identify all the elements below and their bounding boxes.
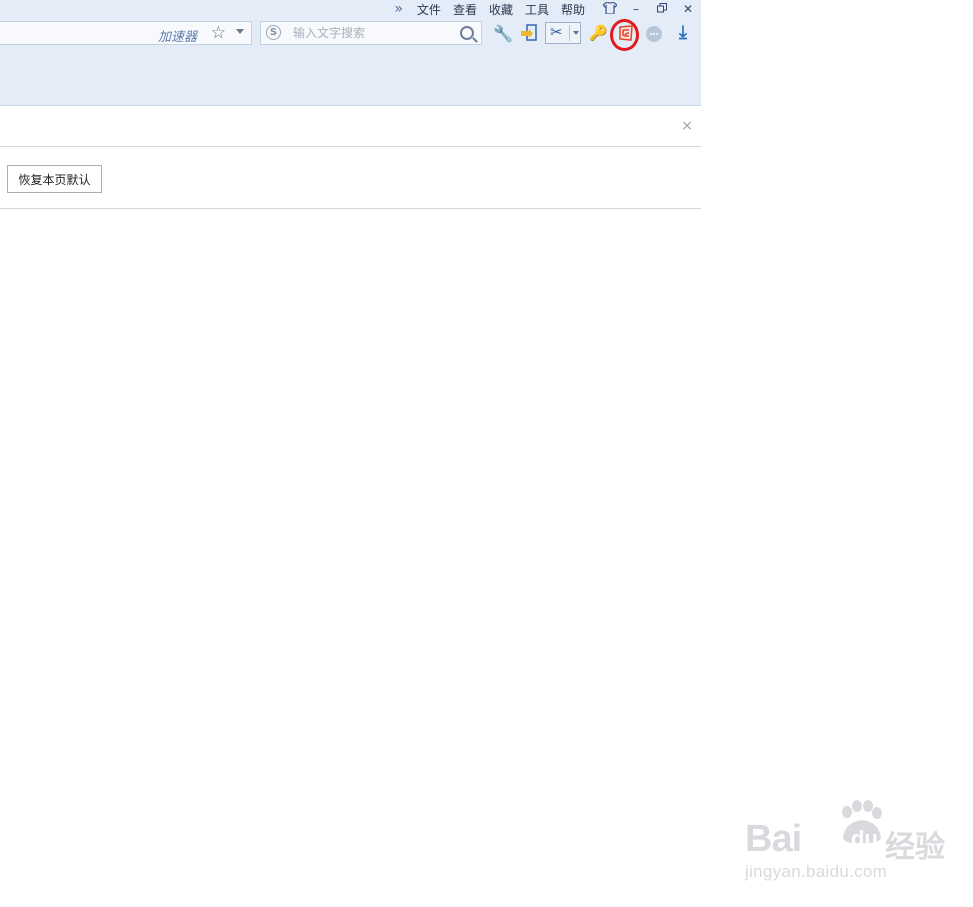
scissors-icon: ✂ [550,23,563,41]
highlight-circle-annotation [610,19,639,51]
divider [0,208,701,209]
browser-toolbar-area: » 文件 查看 收藏 工具 帮助 – ✕ 加速器 ☆ S 🔧 [0,0,701,106]
watermark-brand-chinese: 经验 [885,830,945,865]
watermark-brand-latin: Bai [745,818,802,860]
menu-help[interactable]: 帮助 [561,1,585,18]
restore-defaults-button[interactable]: 恢复本页默认 [7,165,102,193]
menu-view[interactable]: 查看 [453,1,477,18]
more-icon[interactable] [646,26,662,42]
door-exit-icon[interactable] [520,24,538,42]
chevron-down-icon[interactable] [236,29,244,34]
sogou-search-engine-icon[interactable]: S [266,25,281,40]
infobar-close-icon[interactable]: × [681,118,693,134]
restore-window-button[interactable] [649,2,675,16]
address-bar[interactable]: 加速器 ☆ [0,21,252,45]
download-icon[interactable]: ⤓ [679,22,697,43]
screenshot-button[interactable]: ✂ [545,22,581,44]
divider [569,25,570,41]
minimize-button[interactable]: – [623,2,649,16]
watermark-brand-du: du [851,826,878,851]
menu-file[interactable]: 文件 [417,1,441,18]
watermark-url: jingyan.baidu.com [745,862,888,881]
star-icon[interactable]: ☆ [211,23,226,43]
close-window-button[interactable]: ✕ [675,2,701,16]
search-box: S [260,21,482,45]
baidu-jingyan-watermark: Bai du 经验 jingyan.baidu.com [745,800,945,890]
browser-window: » 文件 查看 收藏 工具 帮助 – ✕ 加速器 ☆ S 🔧 [0,0,701,907]
chevron-down-icon[interactable] [573,31,579,35]
menu-tools[interactable]: 工具 [525,1,549,18]
double-chevron-right-icon[interactable]: » [394,1,403,17]
menu-bar: » 文件 查看 收藏 工具 帮助 – ✕ [394,0,701,18]
menu-favorites[interactable]: 收藏 [489,1,513,18]
info-bar: × [0,106,701,147]
accelerator-link[interactable]: 加速器 [158,26,197,45]
tshirt-icon[interactable] [597,0,623,17]
wrench-icon[interactable]: 🔧 [493,24,513,43]
search-icon[interactable] [460,26,474,40]
key-icon[interactable]: 🔑 [589,24,608,42]
search-input[interactable] [293,24,453,42]
